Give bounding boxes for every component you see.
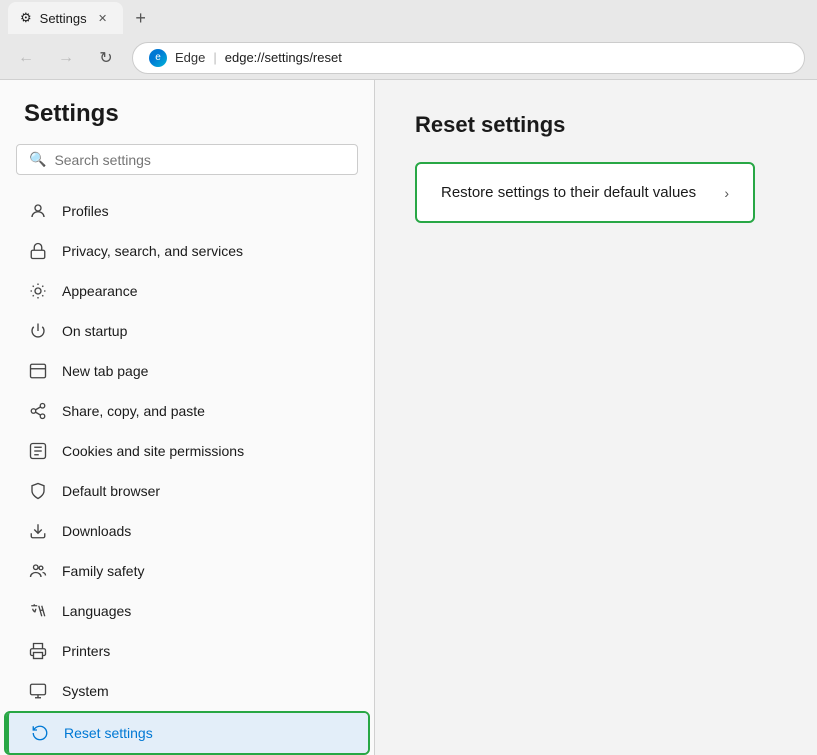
printers-label: Printers bbox=[62, 643, 110, 659]
url-separator: | bbox=[213, 50, 216, 65]
tab-bar: ⚙ Settings ✕ + bbox=[0, 0, 817, 36]
reset-settings-wrapper: Reset settings bbox=[4, 711, 370, 755]
startup-icon bbox=[28, 321, 48, 341]
sidebar-item-appearance[interactable]: Appearance bbox=[4, 271, 370, 311]
search-input[interactable] bbox=[54, 152, 345, 168]
privacy-label: Privacy, search, and services bbox=[62, 243, 243, 259]
cookies-label: Cookies and site permissions bbox=[62, 443, 244, 459]
url-bar[interactable]: e Edge | edge://settings/reset bbox=[132, 42, 805, 74]
edge-logo-icon: e bbox=[149, 49, 167, 67]
languages-icon bbox=[28, 601, 48, 621]
sidebar-item-startup[interactable]: On startup bbox=[4, 311, 370, 351]
tab-label: Settings bbox=[40, 11, 87, 26]
sidebar-item-newtab[interactable]: New tab page bbox=[4, 351, 370, 391]
tab-icon: ⚙ bbox=[20, 10, 32, 26]
cookies-icon bbox=[28, 441, 48, 461]
downloads-label: Downloads bbox=[62, 523, 131, 539]
content-area: Reset settings Restore settings to their… bbox=[375, 80, 817, 755]
appearance-label: Appearance bbox=[62, 283, 138, 299]
downloads-icon bbox=[28, 521, 48, 541]
restore-defaults-text: Restore settings to their default values bbox=[441, 184, 696, 201]
search-box[interactable]: 🔍 bbox=[16, 144, 358, 175]
share-icon bbox=[28, 401, 48, 421]
newtab-icon bbox=[28, 361, 48, 381]
profiles-icon bbox=[28, 201, 48, 221]
default-browser-label: Default browser bbox=[62, 483, 160, 499]
sidebar-item-profiles[interactable]: Profiles bbox=[4, 191, 370, 231]
sidebar-item-default-browser[interactable]: Default browser bbox=[4, 471, 370, 511]
sidebar-item-reset[interactable]: Reset settings bbox=[6, 713, 368, 753]
family-label: Family safety bbox=[62, 563, 144, 579]
sidebar: Settings 🔍 Profiles Privacy, search, and… bbox=[0, 80, 375, 755]
back-button[interactable]: ← bbox=[12, 44, 40, 72]
system-label: System bbox=[62, 683, 109, 699]
main-container: Settings 🔍 Profiles Privacy, search, and… bbox=[0, 80, 817, 755]
sidebar-item-cookies[interactable]: Cookies and site permissions bbox=[4, 431, 370, 471]
profiles-label: Profiles bbox=[62, 203, 109, 219]
sidebar-title: Settings bbox=[0, 100, 374, 144]
tab-close-button[interactable]: ✕ bbox=[95, 10, 111, 26]
restore-defaults-card[interactable]: Restore settings to their default values… bbox=[415, 162, 755, 223]
appearance-icon bbox=[28, 281, 48, 301]
active-tab[interactable]: ⚙ Settings ✕ bbox=[8, 2, 123, 34]
refresh-button[interactable]: ↻ bbox=[92, 44, 120, 72]
reset-label: Reset settings bbox=[64, 725, 153, 741]
languages-label: Languages bbox=[62, 603, 131, 619]
sidebar-item-languages[interactable]: Languages bbox=[4, 591, 370, 631]
edge-label: Edge bbox=[175, 50, 205, 65]
sidebar-item-system[interactable]: System bbox=[4, 671, 370, 711]
url-text: edge://settings/reset bbox=[225, 50, 342, 65]
page-title: Reset settings bbox=[415, 112, 777, 138]
forward-button[interactable]: → bbox=[52, 44, 80, 72]
sidebar-item-printers[interactable]: Printers bbox=[4, 631, 370, 671]
sidebar-item-share[interactable]: Share, copy, and paste bbox=[4, 391, 370, 431]
reset-icon bbox=[30, 723, 50, 743]
newtab-label: New tab page bbox=[62, 363, 148, 379]
privacy-icon bbox=[28, 241, 48, 261]
printers-icon bbox=[28, 641, 48, 661]
sidebar-item-privacy[interactable]: Privacy, search, and services bbox=[4, 231, 370, 271]
share-label: Share, copy, and paste bbox=[62, 403, 205, 419]
system-icon bbox=[28, 681, 48, 701]
sidebar-item-downloads[interactable]: Downloads bbox=[4, 511, 370, 551]
search-icon: 🔍 bbox=[29, 151, 46, 168]
card-arrow-icon: › bbox=[724, 185, 729, 201]
default-browser-icon bbox=[28, 481, 48, 501]
startup-label: On startup bbox=[62, 323, 127, 339]
sidebar-item-family[interactable]: Family safety bbox=[4, 551, 370, 591]
family-icon bbox=[28, 561, 48, 581]
address-bar: ← → ↻ e Edge | edge://settings/reset bbox=[0, 36, 817, 80]
new-tab-button[interactable]: + bbox=[127, 4, 155, 32]
